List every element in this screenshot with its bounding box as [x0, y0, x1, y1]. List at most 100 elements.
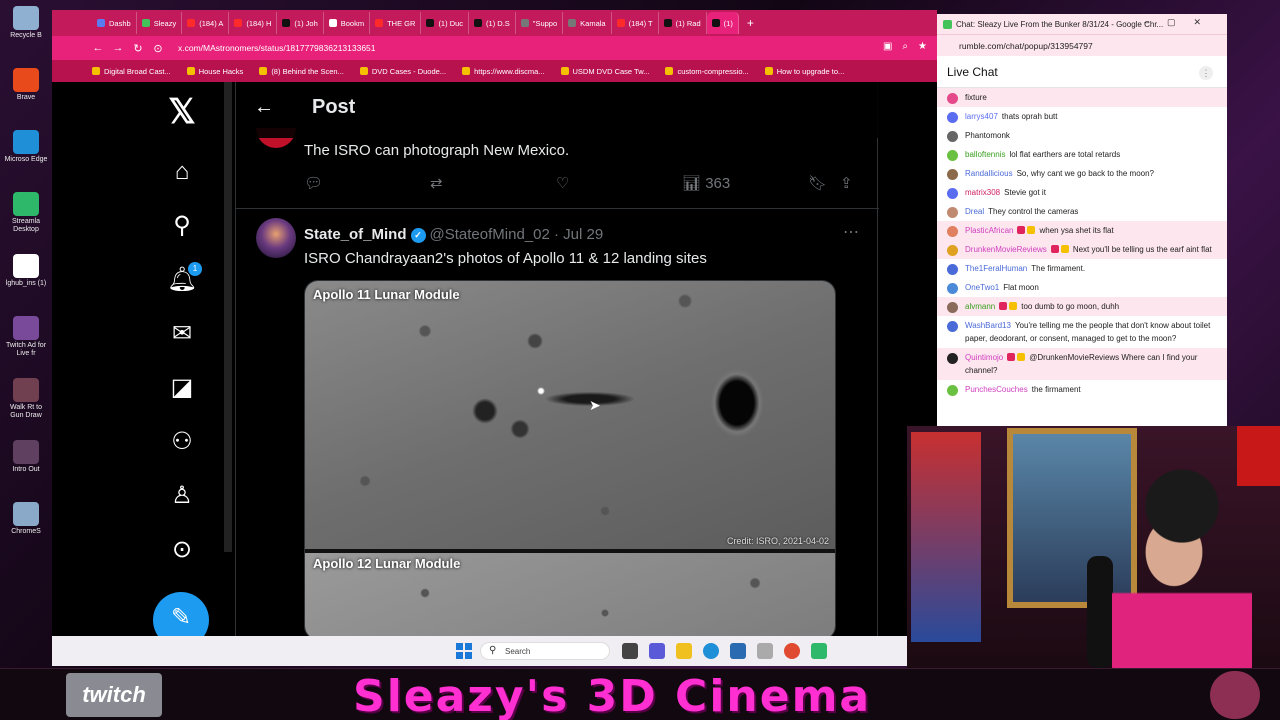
bookmark-item[interactable]: https://www.discma... — [462, 67, 545, 76]
browser-tab[interactable]: THE GR — [370, 12, 422, 34]
browser-tab[interactable]: Kamala — [563, 12, 612, 34]
browser-tab[interactable]: (184) H — [229, 12, 278, 34]
chat-username[interactable]: The1FeralHuman — [965, 264, 1027, 273]
settings-icon[interactable] — [757, 643, 773, 659]
chat-username[interactable]: Quintimojo — [965, 353, 1003, 362]
desktop-icon[interactable]: Intro Out — [4, 440, 48, 474]
task-view-icon[interactable] — [622, 643, 638, 659]
desktop-icon[interactable]: lghub_ins (1) — [4, 254, 48, 288]
bookmark-item[interactable]: USDM DVD Case Tw... — [560, 67, 649, 76]
browser-tab[interactable]: (184) T — [612, 12, 659, 34]
chat-username[interactable]: WashBard13 — [965, 321, 1011, 330]
chat-avatar[interactable] — [947, 321, 958, 332]
chat-avatar[interactable] — [947, 112, 958, 123]
profile-icon[interactable]: ♙ — [166, 480, 198, 512]
browser-tab[interactable]: (1) — [706, 12, 739, 34]
desktop-icon[interactable]: ChromeS — [4, 502, 48, 536]
grok-icon[interactable]: ◪ — [166, 372, 198, 404]
chat-username[interactable]: matrix308 — [965, 188, 1000, 197]
chat-username[interactable]: larrys407 — [965, 112, 998, 121]
browser-tab[interactable]: (1) D.S — [469, 12, 516, 34]
forward-icon[interactable]: → — [108, 42, 128, 54]
bookmark-item[interactable]: House Hacks — [186, 67, 243, 76]
bookmark-star-icon[interactable]: ★ — [918, 41, 927, 52]
chrome-icon[interactable] — [784, 643, 800, 659]
chat-avatar[interactable] — [947, 283, 958, 294]
chat-avatar[interactable] — [947, 353, 958, 364]
notifications-icon[interactable]: 🔔︎ 1 — [166, 262, 202, 296]
scrollbar[interactable] — [224, 82, 232, 552]
browser-tab[interactable]: (1) Duc — [421, 12, 470, 34]
author-handle[interactable]: @StateofMind_02 · Jul 29 — [430, 226, 604, 243]
browser-tab[interactable]: (184) A — [182, 12, 230, 34]
browser-tab[interactable]: "Suppo — [516, 12, 564, 34]
share-icon[interactable]: ⇪ — [840, 174, 853, 192]
browser-tab[interactable]: (1) Rad — [659, 12, 707, 34]
x-logo-icon[interactable]: 𝕏 — [166, 95, 198, 129]
edge-icon[interactable] — [703, 643, 719, 659]
browser-tab[interactable]: Sleazy — [137, 12, 183, 34]
chat-avatar[interactable] — [947, 385, 958, 396]
search-icon[interactable]: ⚲ — [166, 210, 198, 242]
chat-avatar[interactable] — [947, 207, 958, 218]
windows-start-icon[interactable] — [456, 643, 472, 659]
desktop-icon[interactable]: Streamla Desktop — [4, 192, 48, 234]
back-arrow-icon[interactable]: ← — [254, 96, 274, 119]
site-info-icon[interactable]: ⊙ — [148, 42, 168, 55]
chat-avatar[interactable] — [947, 302, 958, 313]
chat-avatar[interactable] — [947, 188, 958, 199]
like-icon[interactable]: ♡ — [556, 174, 569, 192]
repost-icon[interactable]: ⇄ — [430, 174, 443, 192]
bookmark-item[interactable]: (8) Behind the Scen... — [259, 67, 344, 76]
chat-username[interactable]: Randallicious — [965, 169, 1013, 178]
window-controls[interactable]: –▢✕ — [1144, 17, 1219, 28]
chat-avatar[interactable] — [947, 169, 958, 180]
streamlabs-icon[interactable] — [811, 643, 827, 659]
chat-username[interactable]: Phantomonk — [965, 131, 1010, 140]
chat-username[interactable]: DrunkenMovieReviews — [965, 245, 1047, 254]
taskbar-search[interactable]: ⚲ Search — [480, 642, 610, 660]
views-icon[interactable]: 📊︎ 363 — [682, 174, 730, 192]
bookmark-icon[interactable]: 🔖︎ — [808, 174, 827, 192]
chat-username[interactable]: Dreal — [965, 207, 984, 216]
chat-username[interactable]: OneTwo1 — [965, 283, 999, 292]
author-name[interactable]: State_of_Mind — [304, 226, 407, 243]
chat-avatar[interactable] — [947, 245, 958, 256]
browser-tab[interactable]: (1) Joh — [277, 12, 324, 34]
teams-icon[interactable] — [649, 643, 665, 659]
browser-tab[interactable]: Dashb — [92, 12, 137, 34]
chat-username[interactable]: alvmann — [965, 302, 995, 311]
more-icon[interactable]: ⊙ — [166, 534, 198, 566]
file-explorer-icon[interactable] — [676, 643, 692, 659]
bookmark-item[interactable]: How to upgrade to... — [764, 67, 844, 76]
back-icon[interactable]: ← — [88, 42, 108, 54]
desktop-icon[interactable]: Brave — [4, 68, 48, 102]
bookmark-item[interactable]: DVD Cases - Duode... — [359, 67, 446, 76]
chat-avatar[interactable] — [947, 264, 958, 275]
new-tab-icon[interactable]: + — [739, 16, 762, 30]
chat-username[interactable]: balloftennis — [965, 150, 1005, 159]
compose-post-button[interactable]: ✎ — [153, 592, 209, 636]
store-icon[interactable] — [730, 643, 746, 659]
tweet-media[interactable]: Apollo 11 Lunar Module Credit: ISRO, 202… — [304, 280, 836, 636]
home-icon[interactable]: ⌂ — [166, 156, 198, 188]
zoom-icon[interactable]: ⌕ — [902, 41, 908, 52]
chat-avatar[interactable] — [947, 226, 958, 237]
bookmark-item[interactable]: Digital Broad Cast... — [92, 67, 171, 76]
desktop-icon[interactable]: Recycle B — [4, 6, 48, 40]
install-icon[interactable]: ▣ — [883, 41, 892, 52]
reply-icon[interactable]: 💬︎ — [304, 174, 323, 192]
bookmark-item[interactable]: custom-compressio... — [665, 67, 749, 76]
browser-tab[interactable]: Bookm — [324, 12, 371, 34]
chat-username[interactable]: PlasticAfrican — [965, 226, 1013, 235]
url-field[interactable]: x.com/MAstronomers/status/18177798362131… — [178, 43, 376, 53]
chat-avatar[interactable] — [947, 150, 958, 161]
author-avatar[interactable] — [256, 218, 296, 258]
chat-avatar[interactable] — [947, 131, 958, 142]
messages-icon[interactable]: ✉ — [166, 318, 198, 350]
chat-avatar[interactable] — [947, 93, 958, 104]
chat-username[interactable]: PunchesCouches — [965, 385, 1028, 394]
desktop-icon[interactable]: Walk Rt to Gun Draw — [4, 378, 48, 420]
more-options-icon[interactable]: ⋯ — [843, 222, 859, 242]
desktop-icon[interactable]: Microso Edge — [4, 130, 48, 164]
